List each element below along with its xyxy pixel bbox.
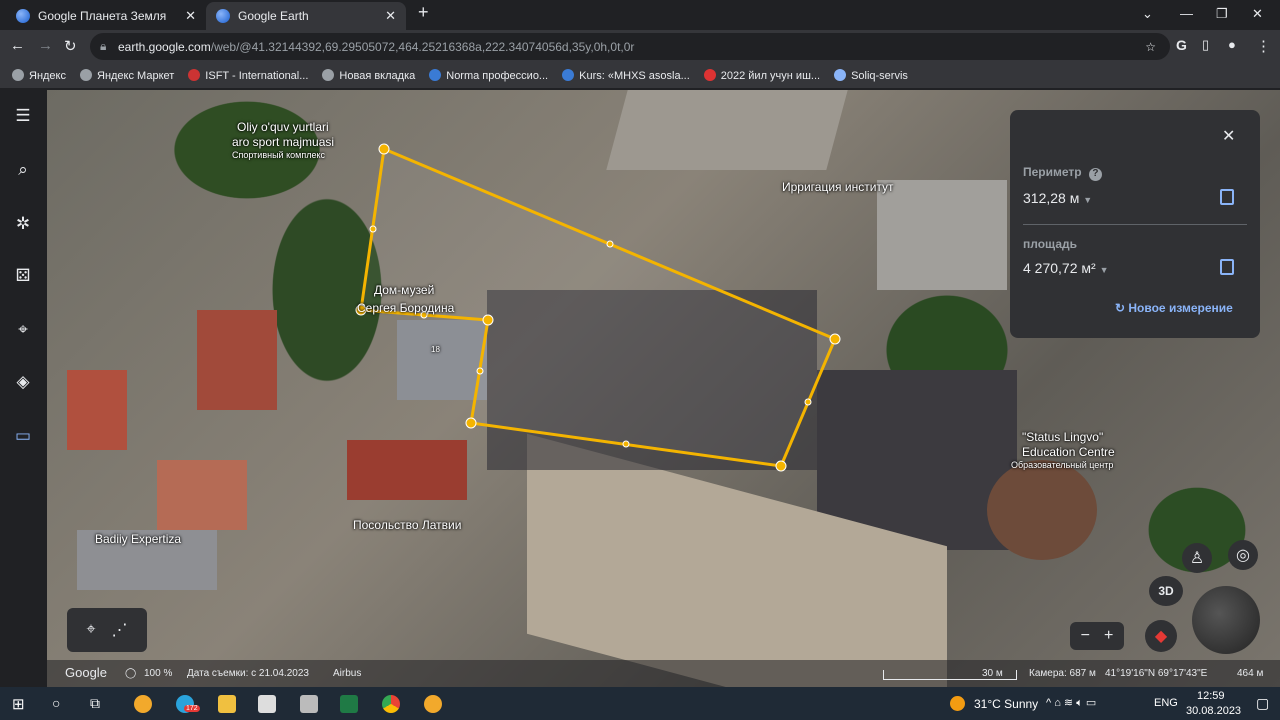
copy-icon[interactable] bbox=[1220, 189, 1234, 205]
chrome-icon[interactable] bbox=[382, 695, 400, 713]
compass-icon[interactable]: ◆ bbox=[1145, 620, 1177, 652]
reload-button[interactable]: ↻ bbox=[64, 37, 77, 55]
house-number: 18 bbox=[431, 345, 440, 354]
minimize-button[interactable]: — bbox=[1180, 6, 1193, 21]
place-label[interactable]: aro sport majmuasi bbox=[232, 135, 334, 149]
search-icon[interactable]: ⌕ bbox=[12, 160, 34, 182]
back-button[interactable]: ← bbox=[10, 37, 25, 54]
close-tab-icon[interactable]: ✕ bbox=[385, 8, 396, 24]
bookmark[interactable]: 2022 йил учун иш... bbox=[703, 69, 820, 82]
perimeter-unit-dropdown[interactable]: 312,28 м ▼ bbox=[1023, 190, 1092, 206]
area-label: площадь bbox=[1023, 237, 1077, 251]
3d-toggle-button[interactable]: 3D bbox=[1149, 576, 1183, 606]
place-label[interactable]: Ирригация институт bbox=[782, 180, 894, 194]
address-bar[interactable]: 🔒︎ earth.google.com/web/@41.32144392,69.2… bbox=[90, 33, 1170, 60]
sidebar-icon[interactable]: ▯ bbox=[1202, 37, 1209, 53]
globe-icon bbox=[16, 9, 30, 23]
status-bar: Google ◯ 100 % Дата съемки: с 21.04.2023… bbox=[47, 660, 1280, 687]
forward-button[interactable]: → bbox=[38, 37, 53, 54]
file-explorer-icon[interactable] bbox=[218, 695, 236, 713]
measure-panel: ✕ Периметр ? 312,28 м ▼ площадь 4 270,72… bbox=[1010, 110, 1260, 338]
place-label: Спортивный комплекс bbox=[232, 150, 325, 160]
globe-icon bbox=[216, 9, 230, 23]
place-label[interactable]: Посольство Латвии bbox=[353, 518, 461, 532]
my-location-icon[interactable]: ◎ bbox=[1228, 540, 1258, 570]
notifications-icon[interactable]: ▢ bbox=[1256, 695, 1269, 712]
place-label[interactable]: "Status Lingvo" bbox=[1022, 430, 1103, 444]
google-logo: Google bbox=[65, 665, 107, 680]
google-extension-icon[interactable]: G bbox=[1176, 37, 1187, 53]
menu-icon[interactable]: ⋮ bbox=[1256, 37, 1271, 55]
tray-icons[interactable]: ^ ⌂ ≋ 🔈︎ ▭ bbox=[1046, 696, 1096, 710]
weather-text[interactable]: 31°C Sunny bbox=[974, 697, 1038, 711]
reset-icon: ↻ bbox=[1115, 301, 1129, 315]
measure-tools: ⌖ ⋰ bbox=[67, 608, 147, 652]
place-label[interactable]: Сергея Бородина bbox=[357, 301, 454, 315]
place-label[interactable]: Дом-музей bbox=[374, 283, 434, 297]
help-icon[interactable]: ? bbox=[1088, 168, 1102, 181]
zoom-out-button[interactable]: − bbox=[1081, 627, 1090, 645]
telegram-icon[interactable]: 172 bbox=[176, 695, 200, 713]
store-icon[interactable] bbox=[258, 695, 276, 713]
taskbar: ⊞ ○ ⧉ 172 31°C Sunny ^ ⌂ ≋ 🔈︎ ▭ ENG 12:5… bbox=[0, 687, 1280, 720]
bookmark[interactable]: Norma профессио... bbox=[429, 69, 548, 82]
calculator-icon[interactable] bbox=[300, 695, 318, 713]
tab-google-earth-ru[interactable]: Google Планета Земля ✕ bbox=[6, 2, 206, 30]
streaming-icon: ◯ bbox=[125, 668, 137, 679]
divider bbox=[1023, 224, 1247, 225]
bookmarks-bar: Яндекс Яндекс Маркет ISFT - Internationa… bbox=[0, 63, 1280, 89]
weather-sun-icon bbox=[950, 696, 965, 711]
maximize-button[interactable]: ❐ bbox=[1216, 6, 1228, 22]
1c-icon[interactable] bbox=[134, 695, 152, 713]
task-view-icon[interactable]: ⧉ bbox=[90, 695, 108, 713]
place-label[interactable]: Badiiy Expertiza bbox=[95, 532, 181, 546]
menu-icon[interactable]: ☰ bbox=[12, 106, 34, 128]
language-indicator[interactable]: ENG bbox=[1154, 697, 1178, 709]
close-tab-icon[interactable]: ✕ bbox=[185, 8, 196, 24]
copy-icon[interactable] bbox=[1220, 259, 1234, 275]
layers-icon[interactable]: ◈ bbox=[12, 372, 34, 394]
windows-start-icon[interactable]: ⊞ bbox=[12, 695, 30, 713]
place-label: Образовательный центр bbox=[1011, 460, 1114, 470]
ruler-icon[interactable]: ▭ bbox=[12, 426, 34, 448]
area-unit-dropdown[interactable]: 4 270,72 м² ▼ bbox=[1023, 260, 1109, 276]
bookmark[interactable]: Soliq-servis bbox=[834, 69, 908, 82]
feeling-lucky-dice-icon[interactable]: ⚄ bbox=[12, 266, 34, 288]
globe-minimap[interactable] bbox=[1192, 586, 1260, 654]
clock-date[interactable]: 30.08.2023 bbox=[1186, 705, 1241, 717]
bookmark-star-icon[interactable]: ☆ bbox=[1145, 40, 1156, 54]
path-icon[interactable]: ⋰ bbox=[112, 620, 128, 640]
voyager-icon[interactable]: ✲ bbox=[12, 214, 34, 236]
close-icon[interactable]: ✕ bbox=[1222, 126, 1235, 146]
new-tab-button[interactable]: + bbox=[418, 2, 429, 23]
tab-bar: Google Планета Земля ✕ Google Earth ✕ + ⌄ … bbox=[0, 0, 1280, 30]
clock-time[interactable]: 12:59 bbox=[1197, 690, 1225, 702]
profile-icon[interactable]: ● bbox=[1228, 37, 1236, 52]
bookmark[interactable]: Kurs: «MHXS asosla... bbox=[562, 69, 690, 82]
place-label[interactable]: Oliy o'quv yurtlari bbox=[237, 120, 329, 134]
bookmark[interactable]: Новая вкладка bbox=[322, 69, 415, 82]
new-measurement-button[interactable]: ↻ Новое измерение bbox=[1115, 301, 1233, 315]
add-point-icon[interactable]: ⌖ bbox=[86, 621, 95, 639]
zoom-in-button[interactable]: + bbox=[1104, 627, 1113, 645]
1c-icon[interactable] bbox=[424, 695, 442, 713]
close-window-button[interactable]: ✕ bbox=[1252, 6, 1263, 22]
zoom-controls: − + bbox=[1070, 622, 1124, 650]
lock-icon: 🔒︎ bbox=[100, 39, 107, 53]
pegman-icon[interactable]: ♙ bbox=[1182, 543, 1212, 573]
tab-search-icon[interactable]: ⌄ bbox=[1142, 6, 1153, 22]
bookmark[interactable]: Яндекс Маркет bbox=[80, 69, 174, 82]
excel-icon[interactable] bbox=[340, 695, 358, 713]
search-icon[interactable]: ○ bbox=[52, 695, 70, 713]
tab-google-earth[interactable]: Google Earth ✕ bbox=[206, 2, 406, 30]
bookmark[interactable]: Яндекс bbox=[12, 69, 66, 82]
projects-pin-icon[interactable]: ⌖ bbox=[12, 320, 34, 342]
earth-sidebar: ☰ ⌕ ✲ ⚄ ⌖ ◈ ▭ bbox=[0, 90, 47, 687]
place-label[interactable]: Education Centre bbox=[1022, 445, 1115, 459]
bookmark[interactable]: ISFT - International... bbox=[188, 69, 308, 82]
browser-toolbar: ← → ↻ 🔒︎ earth.google.com/web/@41.3214439… bbox=[0, 30, 1280, 63]
perimeter-label: Периметр bbox=[1023, 165, 1082, 179]
